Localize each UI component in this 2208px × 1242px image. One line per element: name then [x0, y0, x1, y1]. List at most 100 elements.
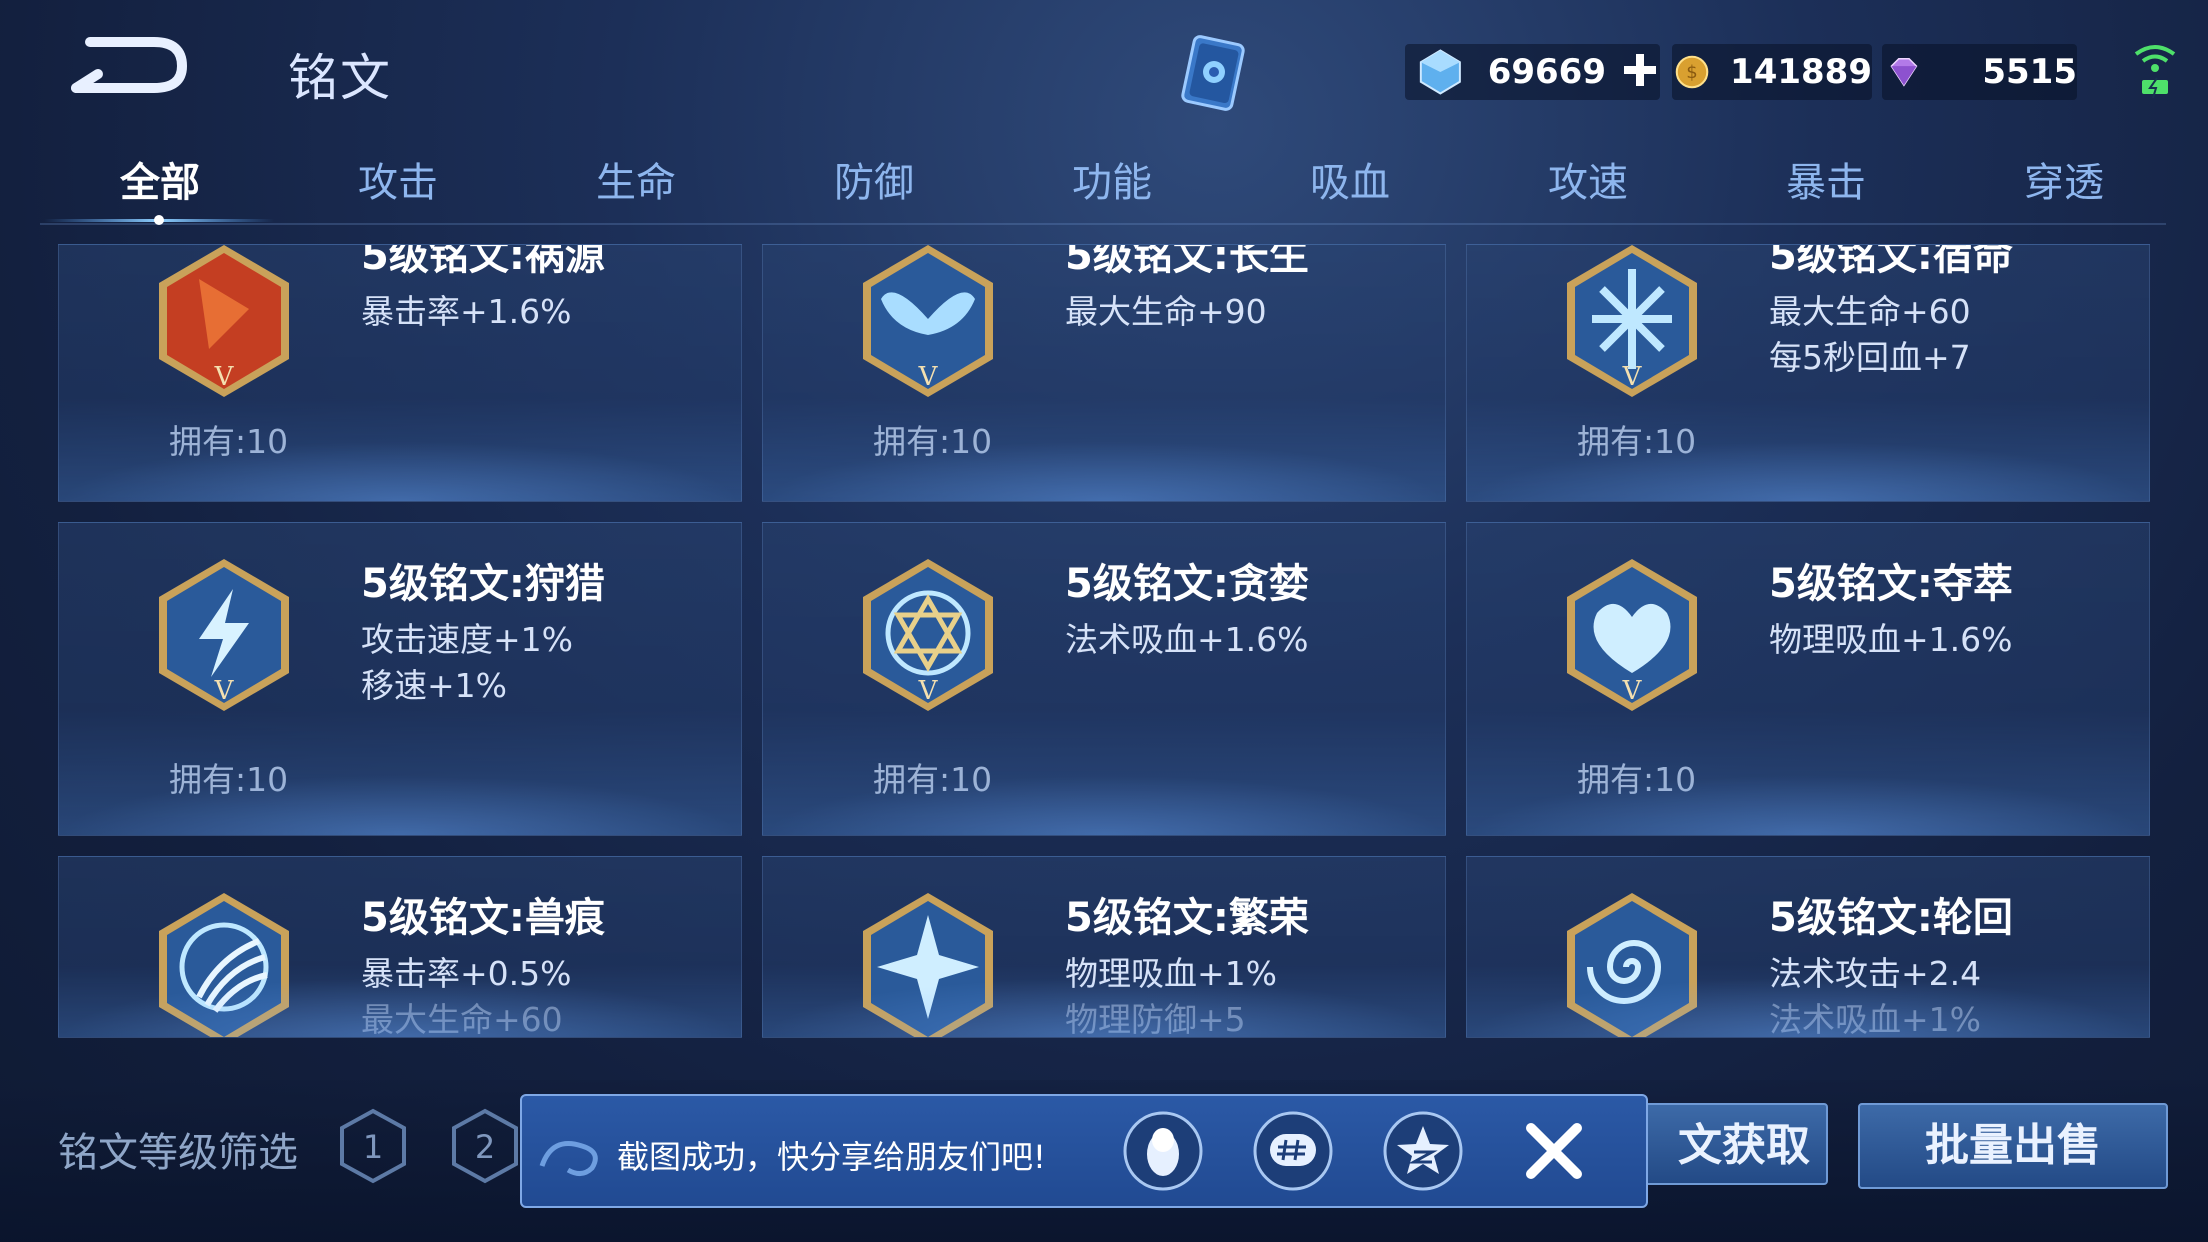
- diamond-amount: 5515: [1982, 52, 2077, 92]
- inscription-card[interactable]: V 5级铭文:长生 最大生命+90 拥有:10: [762, 244, 1446, 502]
- gold-currency: $ 141889: [1672, 44, 1872, 100]
- inscription-title: 5级铭文:夺萃: [1769, 561, 2013, 607]
- status-indicator: [2130, 38, 2180, 100]
- inscription-stat: 法术吸血+1.6%: [1065, 620, 1309, 659]
- close-toast-button[interactable]: [1519, 1116, 1589, 1186]
- inscription-stat: 最大生命+60: [361, 1000, 563, 1038]
- heart-knot-icon: V: [1567, 559, 1697, 711]
- inscription-card[interactable]: V 5级铭文:贪婪 法术吸血+1.6% 拥有:10: [762, 522, 1446, 836]
- active-tab-indicator: [44, 212, 274, 226]
- owned-count: 拥有:10: [169, 422, 289, 461]
- svg-text:V: V: [918, 676, 939, 706]
- toast-message: 截图成功，快分享给朋友们吧!: [617, 1138, 1046, 1176]
- gold-coin-icon: $: [1675, 55, 1709, 89]
- hexagram-icon: V: [863, 559, 993, 711]
- svg-text:V: V: [918, 362, 939, 392]
- tab-attack[interactable]: 攻击: [328, 150, 468, 210]
- inscription-title: 5级铭文:兽痕: [361, 895, 605, 941]
- inscription-title: 5级铭文:繁荣: [1065, 895, 1309, 941]
- gem-amount: 69669: [1487, 52, 1606, 92]
- inscription-card[interactable]: 5级铭文:繁荣 物理吸血+1% 物理防御+5: [762, 856, 1446, 1038]
- add-gem-icon[interactable]: [1620, 50, 1660, 94]
- owned-count: 拥有:10: [1577, 422, 1697, 461]
- inscription-card[interactable]: V 5级铭文:祸源 暴击率+1.6% 拥有:10: [58, 244, 742, 502]
- svg-text:V: V: [214, 676, 235, 706]
- tab-defense[interactable]: 防御: [804, 150, 944, 210]
- inscription-card[interactable]: 5级铭文:轮回 法术攻击+2.4 法术吸血+1%: [1466, 856, 2150, 1038]
- svg-text:V: V: [1622, 362, 1643, 392]
- tab-lifesteal[interactable]: 吸血: [1280, 150, 1420, 210]
- diamond-currency: 5515: [1882, 44, 2077, 100]
- inscription-stat: 暴击率+0.5%: [361, 954, 572, 993]
- inscription-stat: 最大生命+60: [1769, 292, 1971, 331]
- share-wechat-button[interactable]: [1252, 1110, 1334, 1192]
- wings-icon: V: [863, 245, 993, 397]
- inscription-stat: 法术攻击+2.4: [1769, 954, 1982, 993]
- svg-text:V: V: [214, 362, 235, 392]
- share-qzone-button[interactable]: [1382, 1110, 1464, 1192]
- owned-count: 拥有:10: [873, 760, 993, 799]
- inscription-book-button[interactable]: [1170, 30, 1260, 120]
- inscription-title: 5级铭文:宿命: [1769, 244, 2013, 279]
- inscription-title: 5级铭文:长生: [1065, 244, 1309, 279]
- svg-text:V: V: [1622, 676, 1643, 706]
- inscription-card[interactable]: 5级铭文:兽痕 暴击率+0.5% 最大生命+60: [58, 856, 742, 1038]
- owned-count: 拥有:10: [873, 422, 993, 461]
- claw-mark-icon: [159, 893, 289, 1037]
- tab-all[interactable]: 全部: [90, 150, 230, 210]
- tab-health[interactable]: 生命: [566, 150, 706, 210]
- inscription-card[interactable]: V 5级铭文:夺萃 物理吸血+1.6% 拥有:10: [1466, 522, 2150, 836]
- inscription-stat: 法术吸血+1%: [1769, 1000, 1982, 1038]
- gold-amount: 141889: [1730, 52, 1872, 92]
- owned-count: 拥有:10: [1577, 760, 1697, 799]
- batch-sell-button[interactable]: 批量出售: [1858, 1103, 2168, 1189]
- inscription-obtain-button[interactable]: 文获取: [1620, 1103, 1828, 1185]
- qq-penguin-icon: [1123, 1111, 1203, 1191]
- inscription-stat: 物理吸血+1.6%: [1769, 620, 2013, 659]
- inscription-title: 5级铭文:祸源: [361, 244, 605, 279]
- share-toast: 截图成功，快分享给朋友们吧!: [520, 1094, 1648, 1208]
- inscription-stat: 暴击率+1.6%: [361, 292, 572, 331]
- swirl-icon: [1567, 893, 1697, 1037]
- purple-diamond-icon: [1890, 57, 1918, 87]
- cloud-swirl-icon: [539, 1141, 598, 1176]
- inscription-stat: 物理吸血+1%: [1065, 954, 1278, 993]
- star-burst-icon: [863, 893, 993, 1037]
- inscription-title: 5级铭文:轮回: [1769, 895, 2013, 941]
- tab-divider: [40, 223, 2166, 225]
- svg-text:$: $: [1686, 62, 1697, 83]
- wechat-hash-icon: [1253, 1111, 1333, 1191]
- tab-attack-speed[interactable]: 攻速: [1518, 150, 1658, 210]
- tab-critical[interactable]: 暴击: [1756, 150, 1896, 210]
- red-shard-icon: V: [159, 245, 289, 397]
- inscription-stat: 物理防御+5: [1065, 1000, 1246, 1038]
- page-title: 铭文: [288, 49, 392, 107]
- tab-utility[interactable]: 功能: [1042, 150, 1182, 210]
- svg-text:1: 1: [363, 1128, 383, 1166]
- inscription-stat: 移速+1%: [361, 666, 508, 705]
- gem-currency: 69669: [1405, 44, 1660, 100]
- level-filter-1[interactable]: 1: [338, 1108, 408, 1184]
- inscription-title: 5级铭文:狩猎: [361, 561, 605, 607]
- svg-text:2: 2: [475, 1128, 495, 1166]
- inscription-title: 5级铭文:贪婪: [1065, 561, 1309, 607]
- inscription-card[interactable]: V 5级铭文:狩猎 攻击速度+1% 移速+1% 拥有:10: [58, 522, 742, 836]
- inscription-stat: 攻击速度+1%: [361, 620, 574, 659]
- back-button[interactable]: [62, 26, 192, 106]
- cross-snowflake-icon: V: [1567, 245, 1697, 397]
- blue-crystal-icon: [1419, 49, 1461, 95]
- lightning-icon: V: [159, 559, 289, 711]
- back-arrow-icon: [71, 37, 188, 93]
- close-icon: [1526, 1123, 1582, 1179]
- share-qq-button[interactable]: [1122, 1110, 1204, 1192]
- qzone-star-icon: [1383, 1111, 1463, 1191]
- level-filter-label: 铭文等级筛选: [58, 1130, 298, 1176]
- category-tabs: 全部 攻击 生命 防御 功能 吸血 攻速 暴击 穿透: [40, 150, 2160, 228]
- inscription-stat: 每5秒回血+7: [1769, 338, 1971, 377]
- inscription-card[interactable]: V 5级铭文:宿命 最大生命+60 每5秒回血+7 拥有:10: [1466, 244, 2150, 502]
- book-icon: [1181, 35, 1245, 111]
- level-filter-2[interactable]: 2: [450, 1108, 520, 1184]
- tab-penetration[interactable]: 穿透: [1994, 150, 2134, 210]
- inscription-stat: 最大生命+90: [1065, 292, 1267, 331]
- owned-count: 拥有:10: [169, 760, 289, 799]
